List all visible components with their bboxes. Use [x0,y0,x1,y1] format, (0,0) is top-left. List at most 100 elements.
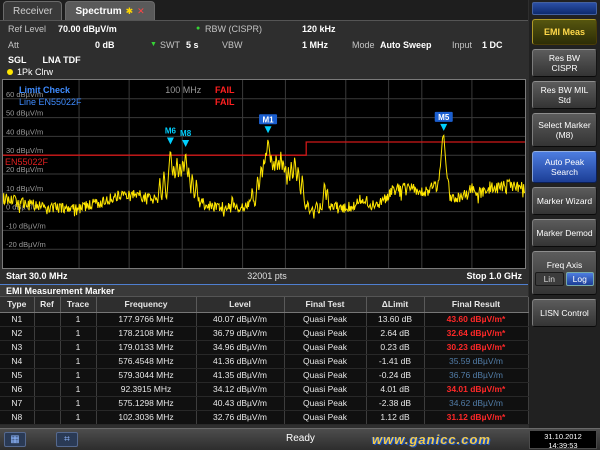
y-axis-label: 10 dBµV/m [6,184,43,193]
freq-axis-log-option[interactable]: Log [566,272,595,286]
marker-table-cell: 1 [60,410,96,424]
marker-table-cell: N7 [0,396,34,410]
marker-table-cell: Quasi Peak [284,312,366,326]
status-ready-label: Ready [286,433,315,444]
column-header: Type [0,297,34,312]
marker-triangle-icon [440,124,447,131]
date-time-display: 31.10.2012 14:39:53 [529,430,597,449]
limit-check-fail-status: FAIL [215,85,235,95]
swt-label: SWT [160,40,180,50]
softkey-auto-peak-search[interactable]: Auto Peak Search [532,151,597,183]
marker-table-cell: 1 [60,326,96,340]
spectrum-plot[interactable]: 60 dBµV/m50 dBµV/m40 dBµV/m30 dBµV/m20 d… [2,79,526,269]
marker-table-cell: 31.12 dBµV/m* [424,410,528,424]
marker-table-cell [34,326,60,340]
swt-manual-indicator: ▼ [150,41,157,48]
softkey-marker-wizard[interactable]: Marker Wizard [532,187,597,215]
marker-M1[interactable]: M1 [259,114,277,133]
marker-table-row[interactable]: N51579.3044 MHz41.35 dBµV/mQuasi Peak-0.… [0,368,528,382]
marker-table-cell: 40.43 dBµV/m [196,396,284,410]
marker-table-cell: 1 [60,354,96,368]
flag-lna-tdf: LNA TDF [43,55,81,65]
softkey-lisn-control[interactable]: LISN Control [532,299,597,327]
softkey-res-bw-cispr[interactable]: Res BW CISPR [532,49,597,77]
column-header: Final Result [424,297,528,312]
marker-table-cell: 35.59 dBµV/m [424,354,528,368]
marker-triangle-icon [182,140,189,147]
tab-bar: Receiver Spectrum ✱ ✕ [0,0,528,21]
y-axis-label: -20 dBµV/m [6,240,46,249]
marker-table-cell: 36.76 dBµV/m [424,368,528,382]
marker-table-row[interactable]: N31179.0133 MHz34.96 dBµV/mQuasi Peak0.2… [0,340,528,354]
marker-table-cell: 32.76 dBµV/m [196,410,284,424]
softkey-select-marker[interactable]: Select Marker (M8) [532,113,597,147]
marker-triangle-icon [167,137,174,144]
softkey-res-bw-mil-std[interactable]: Res BW MIL Std [532,81,597,109]
marker-table-cell: Quasi Peak [284,410,366,424]
marker-table-cell: 1 [60,340,96,354]
vbw-value[interactable]: 1 MHz [302,40,328,50]
rbw-value[interactable]: 120 kHz [302,24,336,34]
marker-table-cell: Quasi Peak [284,340,366,354]
mode-label: Mode [352,40,375,50]
marker-table-cell: 1 [60,396,96,410]
marker-table-cell: -2.38 dB [366,396,424,410]
ref-level-value[interactable]: 70.00 dBµV/m [58,24,117,34]
settings-header: Ref Level 70.00 dBµV/m ● RBW (CISPR) 120… [0,21,528,55]
keyboard-icon[interactable]: ⌗ [56,432,78,447]
frequency-axis-row: Start 30.0 MHz 32001 pts Stop 1.0 GHz [2,271,526,283]
softkey-marker-wizard-label: Marker Wizard [537,196,592,206]
marker-table-row[interactable]: N71575.1298 MHz40.43 dBµV/mQuasi Peak-2.… [0,396,528,410]
marker-table-cell: 1 [60,382,96,396]
freq-axis-options: Lin Log [535,272,594,286]
marker-table-row[interactable]: N11177.9766 MHz40.07 dBµV/mQuasi Peak13.… [0,312,528,326]
rs-logo [532,2,597,15]
tab-spectrum[interactable]: Spectrum ✱ ✕ [65,1,154,20]
mode-value[interactable]: Auto Sweep [380,40,432,50]
input-value[interactable]: 1 DC [482,40,503,50]
marker-M6[interactable]: M6 [165,126,177,144]
limit-line [3,142,525,155]
column-header: Frequency [96,297,196,312]
softkey-select-marker-label: Select Marker (M8) [535,120,594,140]
marker-M5[interactable]: M5 [435,112,453,131]
marker-table-row[interactable]: N41576.4548 MHz41.36 dBµV/mQuasi Peak-1.… [0,354,528,368]
flag-sgl: SGL [8,55,27,65]
marker-table-cell: 102.3036 MHz [96,410,196,424]
marker-table-row[interactable]: N81102.3036 MHz32.76 dBµV/mQuasi Peak1.1… [0,410,528,424]
freq-axis-lin-option[interactable]: Lin [535,272,564,286]
softkey-freq-axis-label: Freq Axis [547,260,582,270]
sweep-points-label: 32001 pts [247,271,287,283]
att-label: Att [8,40,19,50]
emi-marker-table: TypeRefTraceFrequencyLevelFinal TestΔLim… [0,297,529,425]
tab-receiver[interactable]: Receiver [3,1,62,20]
marker-table-cell: 41.35 dBµV/m [196,368,284,382]
marker-table-cell: N4 [0,354,34,368]
spectrum-trace [3,135,525,218]
tab-spectrum-label: Spectrum [75,6,121,17]
softkey-lisn-control-label: LISN Control [540,308,589,318]
softkey-marker-demod[interactable]: Marker Demod [532,219,597,247]
marker-table-row[interactable]: N6192.3915 MHz34.12 dBµV/mQuasi Peak4.01… [0,382,528,396]
marker-table-cell [34,396,60,410]
measurement-running-icon: ✱ [126,6,134,17]
softkey-freq-axis[interactable]: Freq Axis Lin Log [532,251,597,295]
marker-table-cell [34,354,60,368]
marker-table-cell: Quasi Peak [284,368,366,382]
marker-table-cell: 92.3915 MHz [96,382,196,396]
close-tab-icon[interactable]: ✕ [137,6,145,17]
marker-table-cell: 43.60 dBµV/m* [424,312,528,326]
limit-line-fail-status: FAIL [215,97,235,107]
marker-table-cell [34,410,60,424]
tab-receiver-label: Receiver [13,6,52,17]
marker-table-cell: N8 [0,410,34,424]
input-label: Input [452,40,472,50]
att-value[interactable]: 0 dB [95,40,115,50]
marker-table-cell: 34.96 dBµV/m [196,340,284,354]
marker-table-cell: 1 [60,312,96,326]
marker-table-row[interactable]: N21178.2108 MHz36.79 dBµV/mQuasi Peak2.6… [0,326,528,340]
marker-table-cell: 4.01 dB [366,382,424,396]
system-panel-icon[interactable]: ▦ [4,432,26,447]
swt-value[interactable]: 5 s [186,40,199,50]
softkey-res-bw-mil-std-label: Res BW MIL Std [535,85,594,105]
